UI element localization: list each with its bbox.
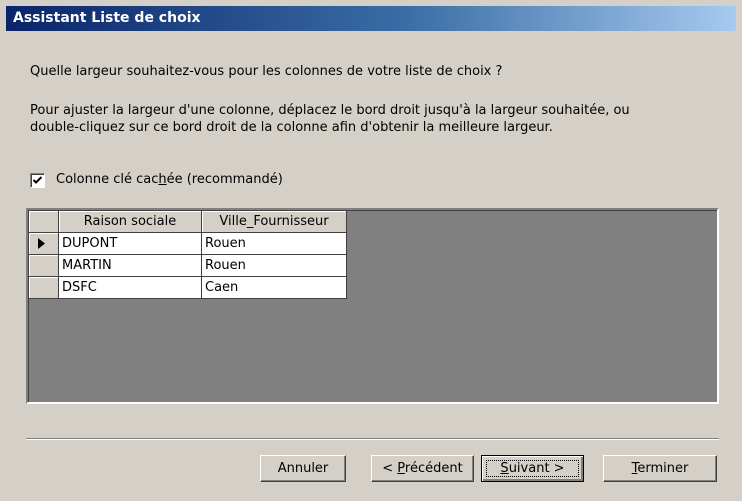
- row-selector[interactable]: [29, 255, 59, 277]
- separator-line: [26, 438, 719, 440]
- finish-button[interactable]: Terminer: [603, 455, 717, 482]
- instruction-line-2: double-cliquez sur ce bord droit de la c…: [30, 120, 553, 135]
- table-cell[interactable]: DUPONT: [59, 233, 202, 255]
- grid-corner: [29, 211, 59, 233]
- column-width-grid[interactable]: Raison sociale Ville_Fournisseur DUPONT …: [26, 208, 719, 404]
- cancel-button[interactable]: Annuler: [260, 455, 346, 482]
- table-cell[interactable]: Rouen: [202, 255, 347, 277]
- column-header-ville-fournisseur[interactable]: Ville_Fournisseur: [202, 211, 347, 233]
- table-cell[interactable]: Rouen: [202, 233, 347, 255]
- title-bar: Assistant Liste de choix: [6, 6, 736, 31]
- hide-key-column-label[interactable]: Colonne clé cachée (recommandé): [56, 172, 283, 187]
- table-cell[interactable]: MARTIN: [59, 255, 202, 277]
- checkmark-icon: [32, 176, 43, 184]
- column-header-raison-sociale[interactable]: Raison sociale: [59, 211, 202, 233]
- previous-button[interactable]: < Précédent: [371, 455, 474, 482]
- current-row-arrow-icon: [38, 238, 45, 249]
- focus-rectangle: [486, 460, 579, 477]
- next-button[interactable]: Suivant >: [481, 455, 584, 482]
- row-selector[interactable]: [29, 277, 59, 299]
- window-title: Assistant Liste de choix: [13, 10, 201, 26]
- table-cell[interactable]: Caen: [202, 277, 347, 299]
- instruction-line-1: Pour ajuster la largeur d'une colonne, d…: [30, 103, 630, 118]
- row-selector[interactable]: [29, 233, 59, 255]
- hide-key-column-checkbox[interactable]: [30, 173, 45, 188]
- question-text: Quelle largeur souhaitez-vous pour les c…: [30, 64, 503, 79]
- table-cell[interactable]: DSFC: [59, 277, 202, 299]
